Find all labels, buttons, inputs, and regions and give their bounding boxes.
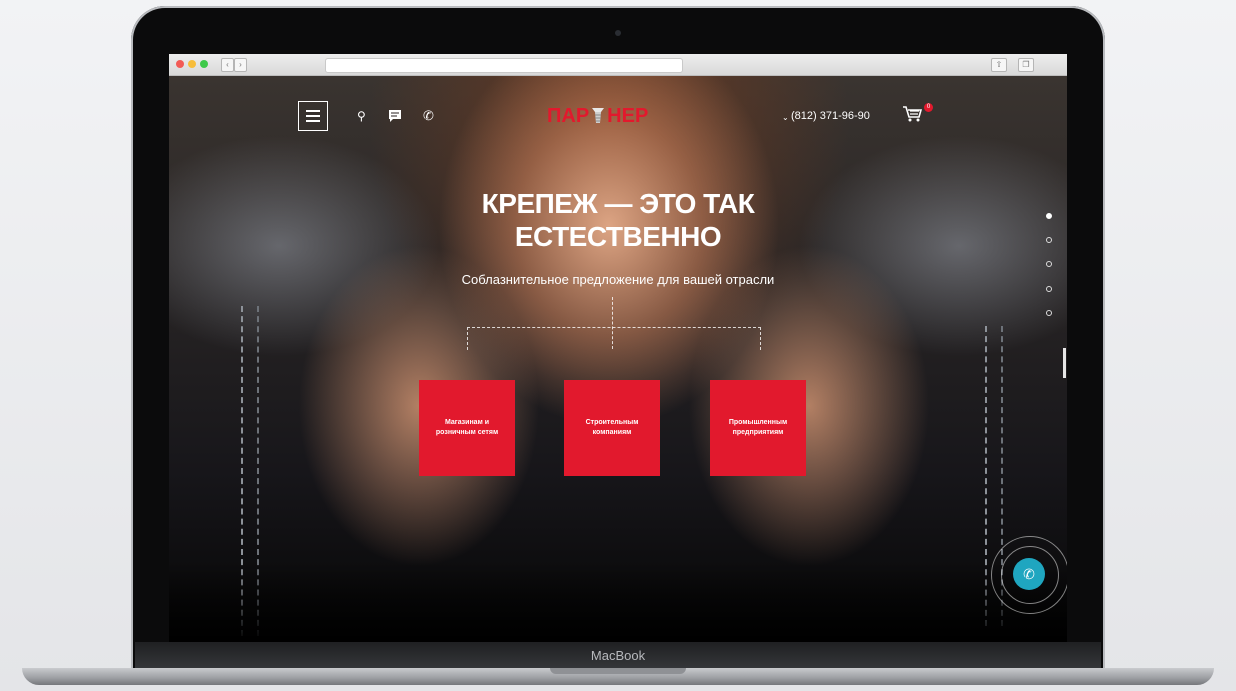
- logo[interactable]: ПАР НЕР: [547, 105, 648, 128]
- slider-dot[interactable]: [1046, 213, 1052, 219]
- cart-count-badge: 0: [924, 103, 933, 112]
- hero-headline: КРЕПЕЖ — ЭТО ТАК ЕСТЕСТВЕННО: [412, 187, 824, 253]
- camera: [615, 30, 621, 36]
- device-brand-label: MacBook: [590, 648, 646, 663]
- phone-icon[interactable]: ✆: [423, 109, 434, 123]
- laptop-notch: [550, 668, 686, 674]
- share-icon[interactable]: ⇧: [991, 58, 1007, 72]
- hero-subtitle: Соблазнительное предложение для вашей от…: [461, 272, 775, 287]
- forward-icon[interactable]: ›: [234, 58, 247, 72]
- browser-toolbar: ‹ › ⇧ ❐: [169, 54, 1067, 76]
- chat-icon[interactable]: [388, 109, 402, 123]
- headline-line-1: КРЕПЕЖ — ЭТО ТАК: [481, 188, 755, 219]
- minimize-window-button[interactable]: [188, 60, 196, 68]
- slider-dot[interactable]: [1046, 310, 1052, 316]
- search-icon[interactable]: ⚲: [357, 109, 366, 123]
- slider-dot[interactable]: [1046, 261, 1052, 267]
- close-window-button[interactable]: [176, 60, 184, 68]
- slider-dot[interactable]: [1046, 286, 1052, 292]
- back-icon[interactable]: ‹: [221, 58, 234, 72]
- screw-logo-icon: [592, 108, 605, 123]
- phone-number[interactable]: (812) 371-96-90: [791, 110, 870, 122]
- maximize-window-button[interactable]: [200, 60, 208, 68]
- scrollbar-thumb[interactable]: [1063, 348, 1066, 378]
- headline-line-2: ЕСТЕСТВЕННО: [514, 221, 722, 252]
- callback-phone-icon[interactable]: ✆: [1013, 558, 1045, 590]
- address-bar[interactable]: [325, 58, 683, 73]
- logo-text-right: НЕР: [607, 105, 649, 127]
- segment-card-industrial[interactable]: Промышленным предприятиям: [710, 380, 806, 476]
- segment-card-retail[interactable]: Магазинам и розничным сетям: [419, 380, 515, 476]
- chevron-down-icon[interactable]: ⌄: [782, 111, 789, 125]
- cart-icon[interactable]: [902, 105, 922, 123]
- hero-shade: [169, 562, 1067, 642]
- tabs-icon[interactable]: ❐: [1018, 58, 1034, 72]
- connector-line: [467, 327, 761, 350]
- hero-section: ⚲ ✆ ПАР НЕР ⌄ (812) 371-96-90 0 КРЕПЕЖ —…: [169, 76, 1067, 642]
- logo-text-left: ПАР: [547, 105, 590, 127]
- slider-dot[interactable]: [1046, 237, 1052, 243]
- laptop-screen: ‹ › ⇧ ❐ ⚲ ✆ ПАР НЕР ⌄ (812) 371-96-90 0 …: [169, 54, 1067, 642]
- segment-card-construction[interactable]: Строительным компаниям: [564, 380, 660, 476]
- hamburger-menu-icon[interactable]: [298, 101, 328, 131]
